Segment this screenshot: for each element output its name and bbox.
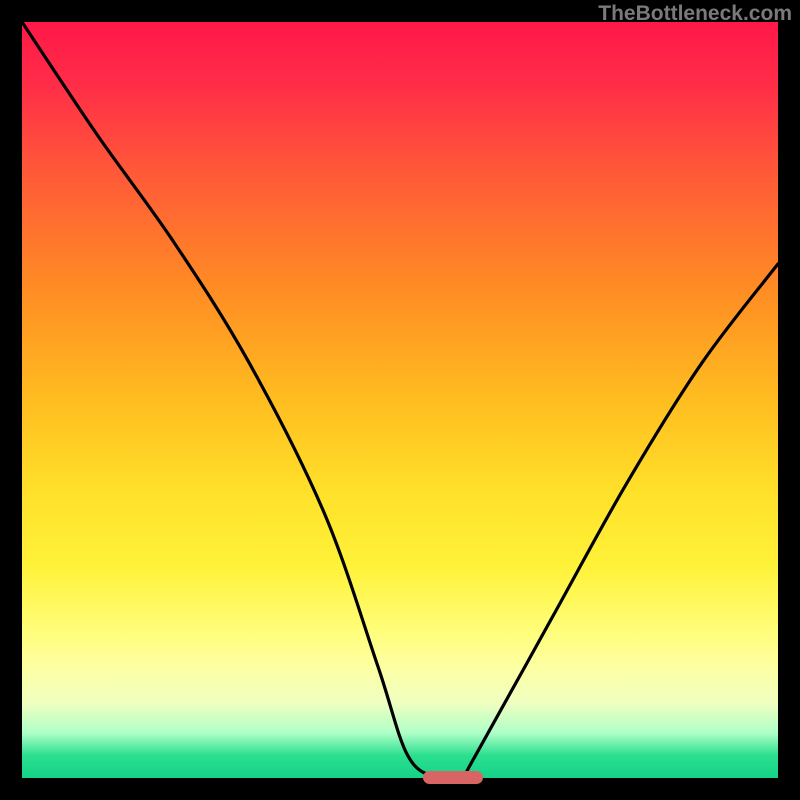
optimal-range-marker [423, 771, 483, 784]
curve-path [22, 22, 778, 781]
plot-area [22, 22, 778, 778]
chart-frame: TheBottleneck.com [0, 0, 800, 800]
bottleneck-curve [22, 22, 778, 778]
